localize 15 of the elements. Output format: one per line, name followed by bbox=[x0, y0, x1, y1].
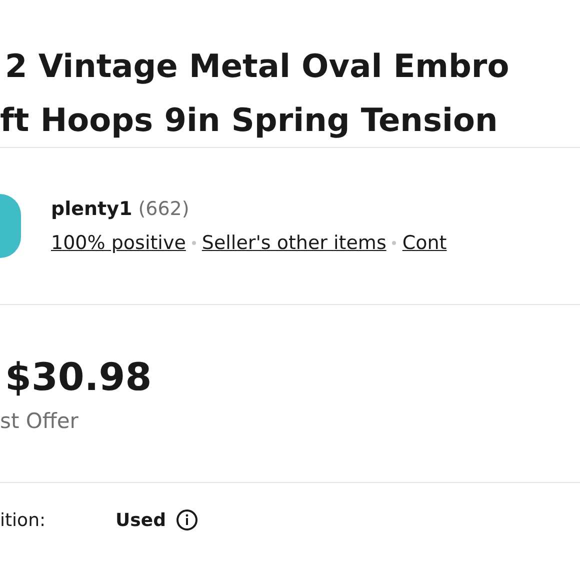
detail-value: Used bbox=[116, 510, 166, 530]
seller-link[interactable]: Seller's other items bbox=[202, 232, 386, 254]
seller-link[interactable]: Cont bbox=[402, 232, 447, 254]
feedback-count: (662) bbox=[138, 198, 190, 220]
detail-label: ition: bbox=[0, 510, 46, 530]
offer-note: st Offer bbox=[0, 408, 80, 432]
listing-title: 2 Vintage Metal Oval Embro bbox=[4, 46, 510, 87]
info-icon[interactable] bbox=[176, 509, 198, 531]
seller-avatar bbox=[0, 194, 21, 258]
separator-dot bbox=[392, 241, 396, 245]
price: $30.98 bbox=[5, 354, 153, 398]
seller-name: plenty1 bbox=[51, 198, 132, 220]
separator-dot bbox=[192, 241, 196, 245]
seller-link[interactable]: 100% positive bbox=[51, 232, 186, 254]
listing-title: ft Hoops 9in Spring Tension bbox=[0, 100, 499, 141]
